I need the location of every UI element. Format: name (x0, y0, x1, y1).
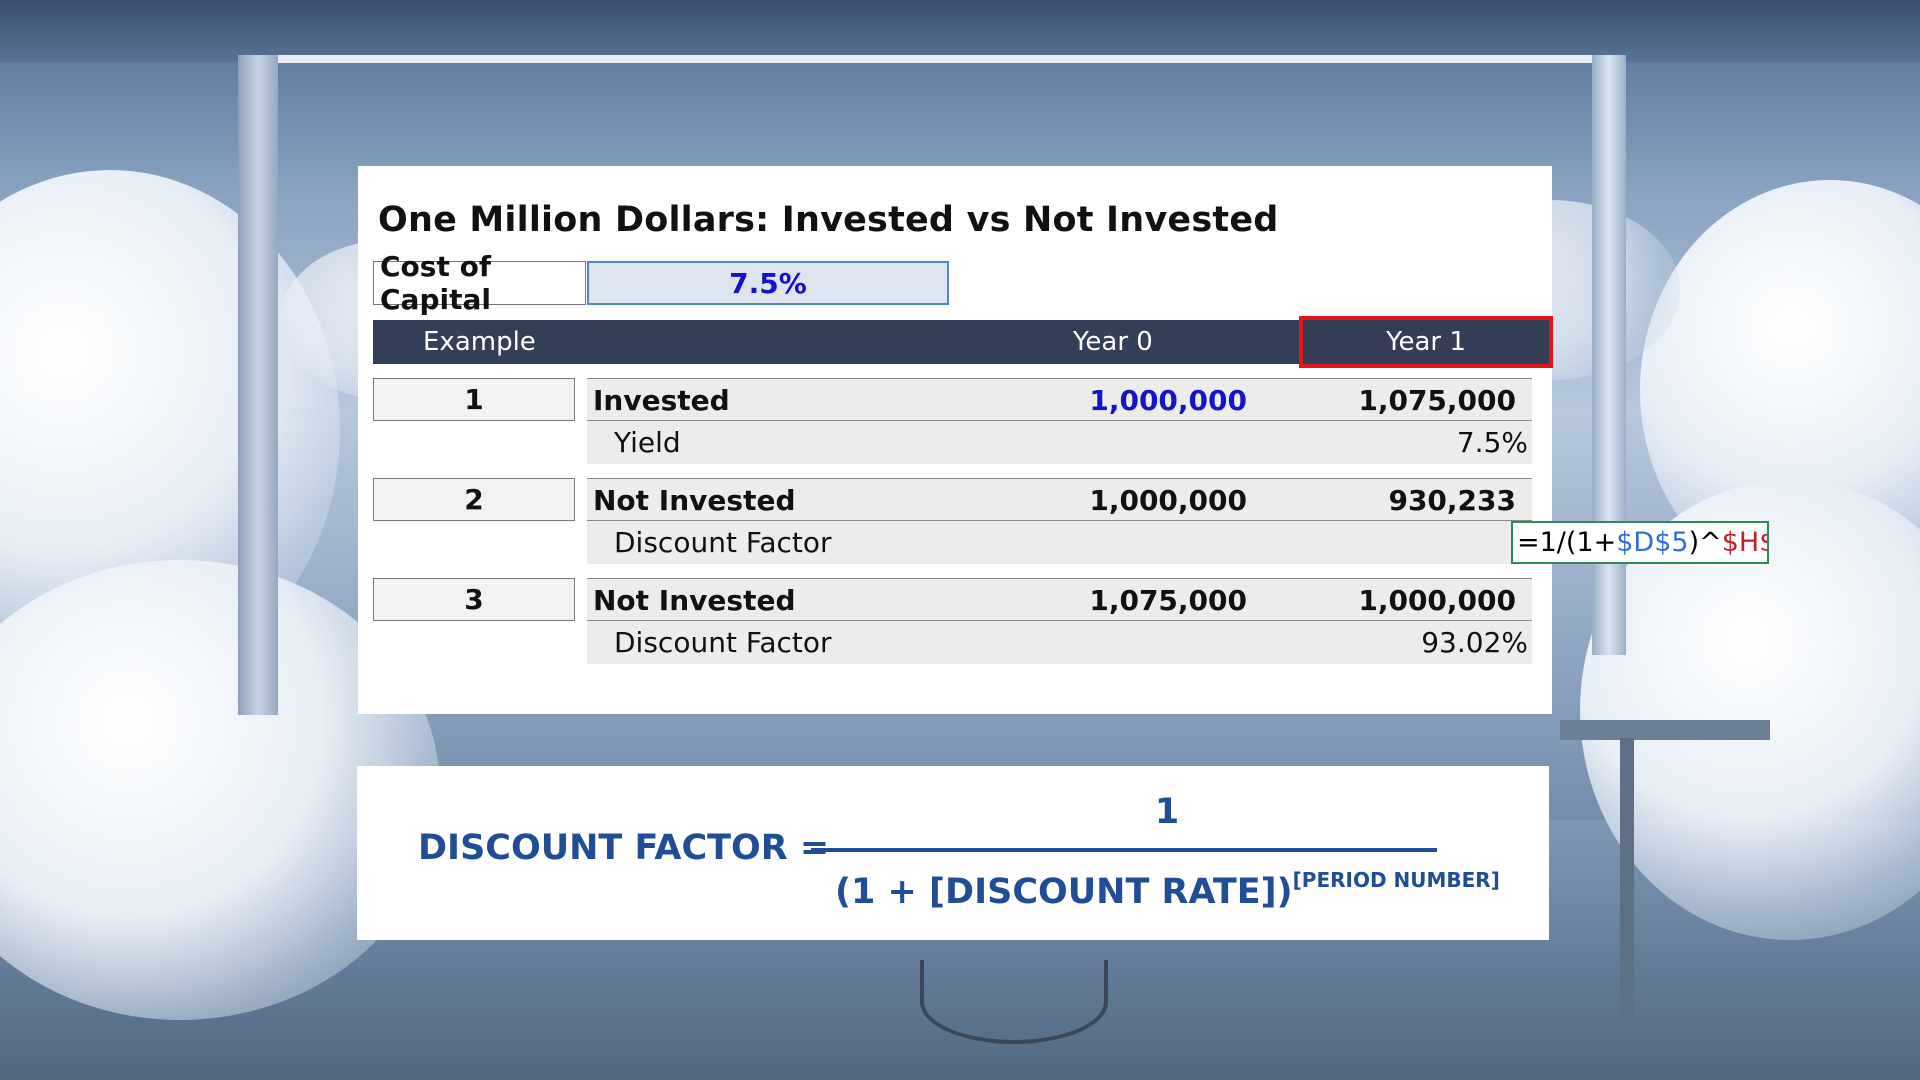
formula-lhs: DISCOUNT FACTOR = (418, 828, 830, 868)
row-sublabel: Discount Factor (614, 626, 832, 659)
year-0-input-cell[interactable]: 1,000,000 (1089, 379, 1247, 422)
ceiling (0, 0, 1920, 62)
header-year-0: Year 0 (1073, 327, 1153, 357)
formula-panel: DISCOUNT FACTOR = 1 (1 + [DISCOUNT RATE]… (357, 766, 1549, 940)
formula-ref-cost-of-capital: $D$5 (1616, 527, 1689, 558)
formula-prefix: =1/(1+ (1517, 527, 1617, 558)
window-pillar-right (1592, 55, 1626, 655)
desk-leg (1620, 738, 1634, 1018)
formula-numerator: 1 (1154, 792, 1180, 832)
table-row-sub: Yield 7.5% (587, 421, 1532, 464)
sheet-title: One Million Dollars: Invested vs Not Inv… (378, 200, 1279, 240)
office-chair (920, 960, 1108, 1044)
cost-of-capital-input[interactable]: 7.5% (587, 261, 949, 305)
year-1-cell[interactable]: 7.5% (1457, 421, 1528, 464)
ceiling-light-strip (275, 55, 1595, 63)
example-number-box: 1 (373, 378, 575, 421)
row-sublabel: Discount Factor (614, 526, 832, 559)
denominator-exponent: [PERIOD NUMBER] (1292, 868, 1500, 892)
row-label: Invested (593, 384, 730, 417)
header-year-1-highlighted[interactable]: Year 1 (1299, 316, 1553, 368)
year-1-cell[interactable]: 1,075,000 (1358, 379, 1516, 422)
year-0-cell[interactable]: 1,075,000 (1089, 579, 1247, 622)
window-pillar-left (238, 55, 278, 715)
cost-of-capital-label: Cost of Capital (373, 250, 586, 316)
example-number-box: 3 (373, 578, 575, 621)
table-row: Not Invested 1,075,000 1,000,000 (587, 578, 1532, 621)
denominator-base: (1 + [DISCOUNT RATE]) (835, 872, 1293, 912)
year-1-cell[interactable]: 1,000,000 (1358, 579, 1516, 622)
active-formula-cell[interactable]: =1/(1+$D$5)^$H$7 (1511, 521, 1769, 564)
formula-mid: )^ (1688, 527, 1722, 558)
spreadsheet-panel: One Million Dollars: Invested vs Not Inv… (358, 166, 1769, 714)
desk (1560, 720, 1770, 740)
header-example: Example (423, 327, 536, 357)
formula-denominator: (1 + [DISCOUNT RATE])[PERIOD NUMBER] (835, 868, 1500, 912)
formula-ref-year: $H$7 (1721, 527, 1767, 558)
row-label: Not Invested (593, 584, 796, 617)
example-number-box: 2 (373, 478, 575, 521)
column-header-row: Example Year 0 Year 1 (373, 316, 1553, 368)
row-label: Not Invested (593, 484, 796, 517)
table-row: Not Invested 1,000,000 930,233 (587, 478, 1532, 521)
table-row-sub: Discount Factor 93.02% (587, 621, 1532, 664)
year-0-cell[interactable]: 1,000,000 (1089, 479, 1247, 522)
year-1-cell[interactable]: 930,233 (1388, 479, 1516, 522)
year-1-cell[interactable]: 93.02% (1421, 621, 1528, 664)
row-sublabel: Yield (614, 426, 681, 459)
fraction-bar (811, 848, 1437, 852)
table-row-sub: Discount Factor =1/(1+$D$5)^$H$7 (587, 521, 1769, 564)
table-row: Invested 1,000,000 1,075,000 (587, 378, 1532, 421)
